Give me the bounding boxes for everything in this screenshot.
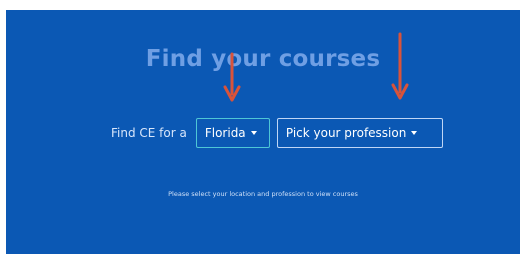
profession-select-value: Pick your profession [285,126,407,140]
profession-select[interactable]: Pick your profession [276,118,443,148]
chevron-down-icon [411,131,418,135]
course-finder-hero: Find your courses Find CE for a Florida … [6,10,520,254]
course-finder-row: Find CE for a Florida Pick your professi… [111,118,443,148]
hero-title: Find your courses [145,46,381,72]
screenshot-frame: Find your courses Find CE for a Florida … [0,0,526,254]
location-select-value: Florida [204,126,246,140]
annotation-arrow-profession [391,32,409,100]
annotation-arrow-location [223,52,241,102]
location-select[interactable]: Florida [195,118,270,148]
selection-hint-text: Please select your location and professi… [168,190,358,198]
chevron-down-icon [250,131,257,135]
finder-prefix-label: Find CE for a [111,126,187,140]
